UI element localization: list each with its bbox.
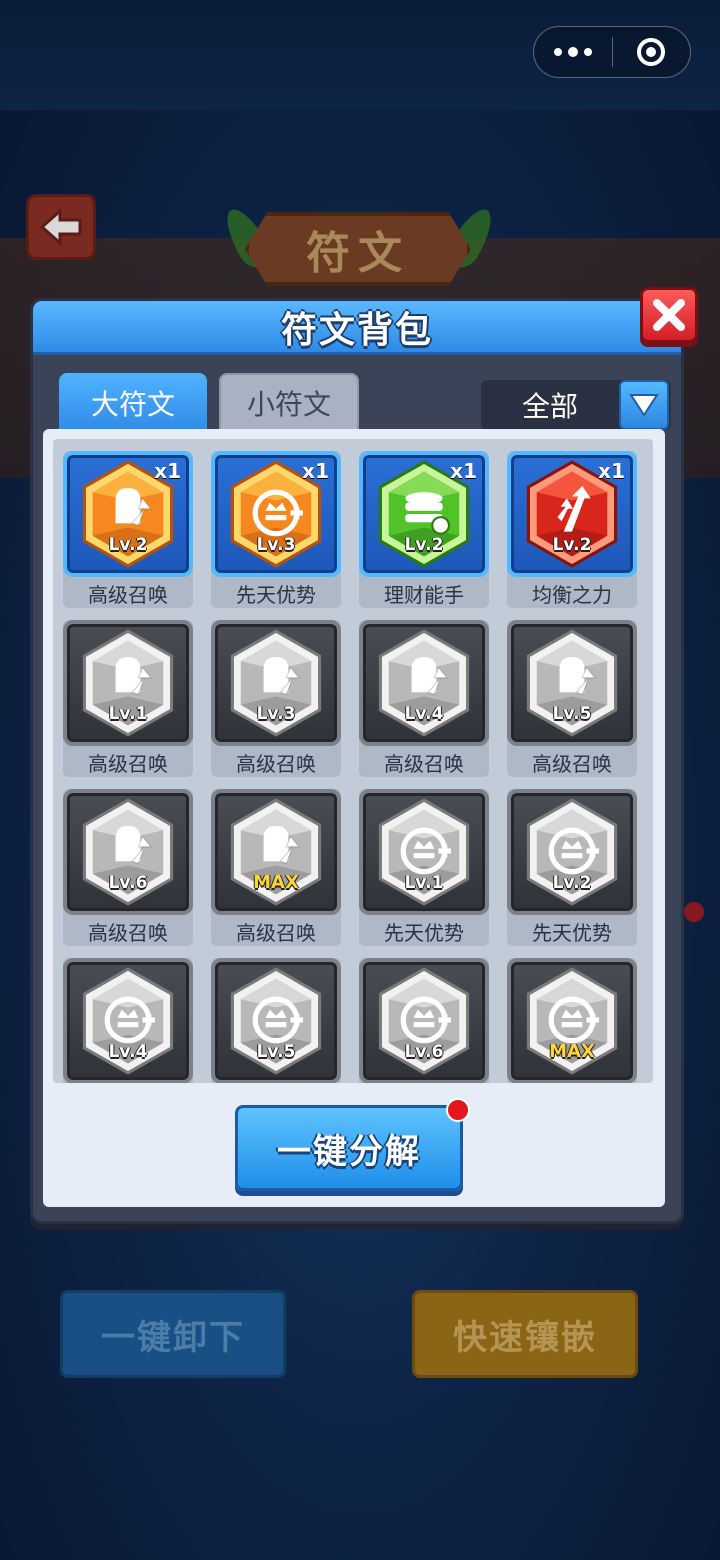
rune-card-locked[interactable]: Lv.6 bbox=[359, 958, 489, 1083]
modal-header: 符文背包 bbox=[33, 301, 681, 355]
notification-dot bbox=[446, 1098, 470, 1122]
modal-content: x1 Lv.2 高级召唤 x1 Lv.3 先天优势 x1 Lv.2 理财能手 x1 Lv.2 均衡之力… bbox=[43, 429, 665, 1207]
rune-card-locked[interactable]: MAX bbox=[211, 789, 341, 915]
rune-card-locked[interactable]: Lv.6 bbox=[63, 789, 193, 915]
rune-card-owned[interactable]: x1 Lv.2 bbox=[359, 451, 489, 577]
rune-card-locked[interactable]: Lv.3 bbox=[211, 620, 341, 746]
rune-slot[interactable]: Lv.2 先天优势 bbox=[507, 789, 637, 946]
rune-name: 高级召唤 bbox=[88, 921, 168, 945]
page-title-plaque: 符文 bbox=[245, 212, 471, 286]
triangle-down-icon bbox=[629, 394, 659, 417]
rune-level: Lv.2 bbox=[404, 535, 444, 555]
rune-slot[interactable]: Lv.4 bbox=[63, 958, 193, 1083]
rune-level: Lv.5 bbox=[256, 1042, 296, 1062]
back-arrow-icon bbox=[39, 207, 82, 247]
rune-level: Lv.4 bbox=[108, 1042, 148, 1062]
rune-card-locked[interactable]: Lv.2 bbox=[507, 789, 637, 915]
unequip-all-button[interactable]: 一键卸下 bbox=[60, 1290, 286, 1378]
rune-card-locked[interactable]: Lv.5 bbox=[211, 958, 341, 1083]
rune-level: Lv.2 bbox=[108, 535, 148, 555]
filter-selected-value: 全部 bbox=[521, 390, 578, 423]
rune-name: 高级召唤 bbox=[532, 752, 612, 776]
rune-grid: x1 Lv.2 高级召唤 x1 Lv.3 先天优势 x1 Lv.2 理财能手 x1 Lv.2 均衡之力… bbox=[63, 451, 637, 1083]
rune-level: Lv.4 bbox=[404, 704, 444, 724]
filter-toggle-button[interactable] bbox=[619, 380, 669, 430]
rune-level: Lv.1 bbox=[404, 873, 444, 893]
rune-bag-modal: 符文背包 大符文 小符文 全部 x1 Lv.2 高级召唤 x1 Lv.3 先天优势 x1 Lv… bbox=[30, 287, 698, 1224]
tab-big-runes[interactable]: 大符文 bbox=[59, 373, 207, 433]
close-button[interactable] bbox=[640, 287, 698, 343]
rune-level: Lv.2 bbox=[552, 535, 592, 555]
rune-name: 高级召唤 bbox=[384, 752, 464, 776]
rune-slot[interactable]: Lv.1 高级召唤 bbox=[63, 620, 193, 777]
rune-level: Lv.3 bbox=[256, 704, 296, 724]
rune-card-owned[interactable]: x1 Lv.2 bbox=[507, 451, 637, 577]
rune-name: 先天优势 bbox=[236, 583, 316, 607]
rune-card-owned[interactable]: x1 Lv.3 bbox=[211, 451, 341, 577]
rune-slot[interactable]: Lv.5 高级召唤 bbox=[507, 620, 637, 777]
rune-slot[interactable]: Lv.3 高级召唤 bbox=[211, 620, 341, 777]
modal-title: 符文背包 bbox=[280, 309, 433, 351]
miniprogram-capsule bbox=[533, 26, 691, 78]
rune-slot[interactable]: Lv.6 高级召唤 bbox=[63, 789, 193, 946]
rune-level: Lv.2 bbox=[552, 873, 592, 893]
rune-count: x1 bbox=[598, 459, 625, 483]
rune-count: x1 bbox=[302, 459, 329, 483]
rune-slot[interactable]: Lv.6 bbox=[359, 958, 489, 1083]
rune-level: Lv.1 bbox=[108, 704, 148, 724]
rune-level: MAX bbox=[253, 872, 299, 893]
notification-dot bbox=[684, 902, 704, 922]
rune-card-locked[interactable]: Lv.1 bbox=[63, 620, 193, 746]
tab-small-runes[interactable]: 小符文 bbox=[219, 373, 359, 433]
rune-card-locked[interactable]: Lv.5 bbox=[507, 620, 637, 746]
rune-count: x1 bbox=[450, 459, 477, 483]
decompose-label: 一键分解 bbox=[277, 1131, 421, 1172]
rune-name: 高级召唤 bbox=[236, 752, 316, 776]
target-circle-icon bbox=[637, 38, 666, 66]
rune-slot[interactable]: x1 Lv.3 先天优势 bbox=[211, 451, 341, 608]
rune-card-owned[interactable]: x1 Lv.2 bbox=[63, 451, 193, 577]
rune-count: x1 bbox=[154, 459, 181, 483]
quick-inlay-button[interactable]: 快速镶嵌 bbox=[412, 1290, 638, 1378]
more-menu-button[interactable] bbox=[534, 27, 612, 77]
rune-slot[interactable]: Lv.5 bbox=[211, 958, 341, 1083]
rune-grid-panel[interactable]: x1 Lv.2 高级召唤 x1 Lv.3 先天优势 x1 Lv.2 理财能手 x1 Lv.2 均衡之力… bbox=[53, 439, 653, 1083]
rune-card-locked[interactable]: Lv.1 bbox=[359, 789, 489, 915]
rune-slot[interactable]: x1 Lv.2 高级召唤 bbox=[63, 451, 193, 608]
rune-slot[interactable]: Lv.1 先天优势 bbox=[359, 789, 489, 946]
rune-slot[interactable]: MAX 高级召唤 bbox=[211, 789, 341, 946]
rune-level: MAX bbox=[549, 1041, 595, 1062]
exit-miniprogram-button[interactable] bbox=[613, 27, 691, 77]
rune-name: 均衡之力 bbox=[532, 583, 612, 607]
rune-name: 高级召唤 bbox=[236, 921, 316, 945]
rune-card-locked[interactable]: MAX bbox=[507, 958, 637, 1083]
rune-name: 先天优势 bbox=[384, 921, 464, 945]
rune-level: Lv.3 bbox=[256, 535, 296, 555]
rune-slot[interactable]: MAX bbox=[507, 958, 637, 1083]
rune-level: Lv.5 bbox=[552, 704, 592, 724]
rune-name: 先天优势 bbox=[532, 921, 612, 945]
rune-card-locked[interactable]: Lv.4 bbox=[63, 958, 193, 1083]
rune-slot[interactable]: Lv.4 高级召唤 bbox=[359, 620, 489, 777]
filter-dropdown[interactable]: 全部 bbox=[481, 380, 671, 430]
rune-name: 理财能手 bbox=[384, 583, 464, 607]
close-icon bbox=[653, 299, 685, 331]
back-button[interactable] bbox=[26, 194, 96, 260]
decompose-all-button[interactable]: 一键分解 bbox=[235, 1098, 470, 1191]
rune-name: 高级召唤 bbox=[88, 583, 168, 607]
rune-slot[interactable]: x1 Lv.2 理财能手 bbox=[359, 451, 489, 608]
rune-level: Lv.6 bbox=[108, 873, 148, 893]
more-dots-icon bbox=[553, 47, 592, 57]
rune-slot[interactable]: x1 Lv.2 均衡之力 bbox=[507, 451, 637, 608]
rune-card-locked[interactable]: Lv.4 bbox=[359, 620, 489, 746]
page-title: 符文 bbox=[306, 228, 410, 279]
rune-name: 高级召唤 bbox=[88, 752, 168, 776]
rune-level: Lv.6 bbox=[404, 1042, 444, 1062]
